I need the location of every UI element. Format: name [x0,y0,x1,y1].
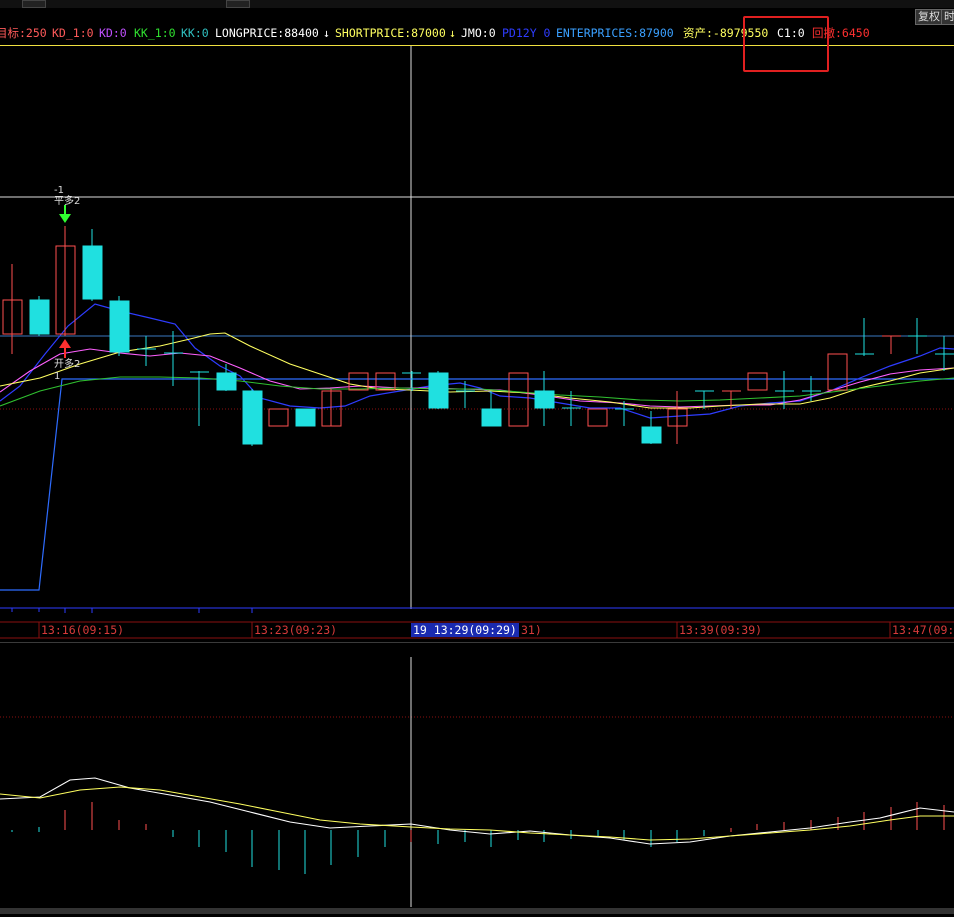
indicator-target: 目标:250 [0,26,47,40]
time-label: 13:16(09:15) [41,623,125,637]
strip-tab[interactable] [22,0,46,8]
indicator-kd: KD:0 [99,26,127,40]
fuquan-button[interactable]: 复权 [915,9,943,25]
close-long-arrow-icon [59,205,71,223]
signal-open-long-label: 开多2 [54,359,81,370]
indicator-shortprice: SHORTPRICE:87000 [335,26,446,40]
shortprice-down-arrow-icon: ↓ [449,26,456,40]
position-step-line [0,378,954,591]
signal-long-number: 1 [54,371,61,382]
time-button[interactable]: 时 [941,9,954,25]
indicator-longprice: LONGPRICE:88400 [215,26,319,40]
macd-histogram [11,802,945,874]
indicator-kk: KK:0 [181,26,209,40]
indicator-kd1: KD_1:0 [52,26,94,40]
indicator-enterprices: ENTERPRICES:87900 [556,26,674,40]
time-axis[interactable]: 13:16(09:15) 13:23(09:23) 19 13:29(09:29… [0,621,954,639]
open-long-arrow-icon [59,339,71,358]
macd-sub-chart[interactable] [0,652,954,917]
current-time-label: 19 13:29(09:29) [411,623,519,637]
indicator-pd12y: PD12Y 0 [502,26,551,40]
longprice-down-arrow-icon: ↓ [323,26,330,40]
dif-white-line [0,777,954,845]
time-label: 13:39(09:39) [679,623,763,637]
time-label: 13:23(09:23) [254,623,338,637]
strip-tab[interactable] [226,0,250,8]
indicator-kk1: KK_1:0 [134,26,176,40]
signal-short-number: -1 [54,185,64,196]
time-label: 31) [521,623,542,637]
dea-yellow-line [0,786,954,841]
top-tab-strip [0,0,954,8]
main-price-chart[interactable] [0,46,954,621]
panel-separator [0,642,954,643]
signal-close-long-label: 平多2 [54,196,81,207]
time-label: 13:47(09: [892,623,954,637]
indicator-jmo: JMO:0 [461,26,496,40]
volume-ticks [11,608,253,613]
